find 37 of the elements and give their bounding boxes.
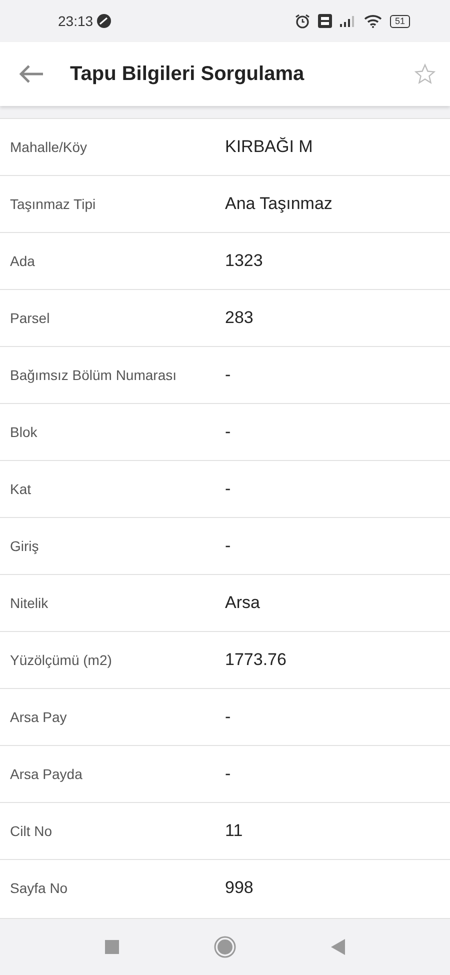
field-label: Nitelik bbox=[10, 594, 50, 612]
field-label: Parsel bbox=[10, 308, 51, 328]
signal-icon bbox=[340, 15, 356, 27]
field-value: - bbox=[225, 478, 231, 500]
field-label: Kat bbox=[10, 480, 32, 498]
field-label: Bağımsız Bölüm Numarası bbox=[10, 366, 178, 385]
field-value: - bbox=[225, 706, 231, 728]
field-label: Arsa Payda bbox=[10, 764, 84, 784]
field-value: 1773.76 bbox=[225, 649, 286, 672]
back-nav-icon[interactable] bbox=[331, 939, 345, 955]
field-value: Ana Taşınmaz bbox=[225, 193, 332, 216]
field-value: 1323 bbox=[225, 250, 263, 272]
field-label: Taşınmaz Tipi bbox=[10, 194, 97, 214]
field-label: Arsa Pay bbox=[10, 708, 68, 727]
field-value: KIRBAĞI M bbox=[225, 136, 313, 158]
field-value: - bbox=[225, 421, 231, 444]
wifi-icon bbox=[364, 14, 382, 28]
field-label: Yüzölçümü (m2) bbox=[10, 650, 113, 670]
field-label: Cilt No bbox=[10, 822, 54, 840]
field-label: Ada bbox=[10, 252, 36, 270]
status-time: 23:13 bbox=[58, 12, 94, 30]
field-value: - bbox=[225, 763, 231, 786]
battery-icon: 51 bbox=[390, 14, 410, 28]
field-label: Giriş bbox=[10, 536, 40, 556]
field-value: 283 bbox=[225, 307, 254, 330]
field-value: Arsa bbox=[225, 592, 260, 614]
field-label: Mahalle/Köy bbox=[10, 138, 88, 157]
field-value: 11 bbox=[225, 820, 243, 842]
field-label: Blok bbox=[10, 422, 38, 442]
field-value: - bbox=[225, 535, 231, 558]
field-value: 998 bbox=[225, 877, 254, 900]
favorite-button[interactable] bbox=[414, 62, 436, 86]
page-title: Tapu Bilgileri Sorgulama bbox=[70, 62, 306, 87]
field-value: - bbox=[225, 364, 231, 386]
field-label: Sayfa No bbox=[10, 878, 69, 898]
alarm-icon bbox=[294, 14, 310, 28]
home-icon[interactable] bbox=[214, 936, 236, 958]
